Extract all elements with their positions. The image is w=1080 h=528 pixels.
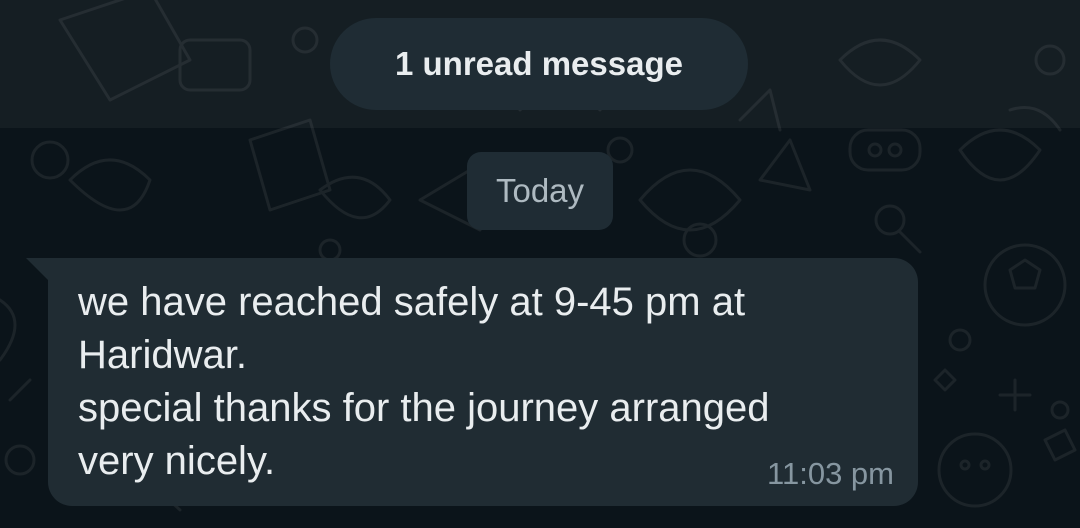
message-line: very nicely. bbox=[78, 439, 276, 483]
message-line: Haridwar. bbox=[78, 333, 247, 377]
message-bubble-tail bbox=[26, 258, 50, 282]
unread-messages-band: 1 unread message bbox=[0, 0, 1080, 128]
message-timestamp: 11:03 pm bbox=[767, 456, 894, 491]
message-line: special thanks for the journey arranged bbox=[78, 386, 770, 430]
date-divider: Today bbox=[467, 152, 613, 230]
incoming-message-bubble[interactable]: we have reached safely at 9-45 pm at Har… bbox=[48, 258, 918, 506]
message-line: we have reached safely at 9-45 pm at bbox=[78, 280, 746, 324]
unread-message-banner: 1 unread message bbox=[330, 18, 748, 110]
message-text: we have reached safely at 9-45 pm at Har… bbox=[78, 276, 868, 488]
